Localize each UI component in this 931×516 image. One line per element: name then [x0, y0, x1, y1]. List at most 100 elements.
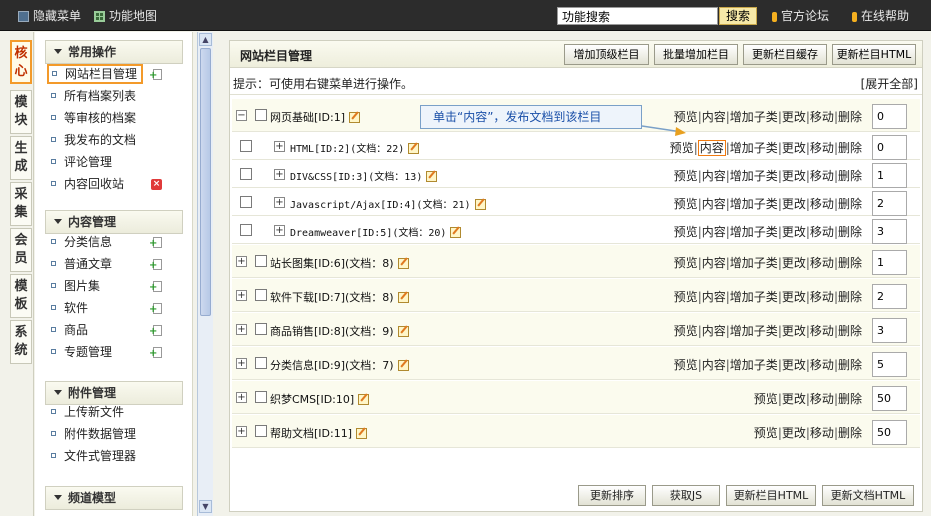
sidebar-item[interactable]: 图片集: [51, 276, 100, 296]
expand-icon[interactable]: +: [236, 290, 247, 301]
edit-icon[interactable]: [450, 226, 462, 238]
edit-icon[interactable]: [397, 257, 410, 269]
sidebar-section-header[interactable]: 内容管理: [45, 210, 183, 234]
edit-icon[interactable]: [397, 291, 410, 303]
function-map-link[interactable]: 功能地图: [94, 8, 157, 24]
category-name[interactable]: 商品销售[ID:8](文档：9): [270, 323, 410, 339]
edit-icon[interactable]: [356, 427, 368, 439]
scroll-up-arrow[interactable]: ▲: [199, 33, 212, 46]
row-action-link[interactable]: 增加子类: [730, 169, 778, 183]
sidebar-item[interactable]: 网站栏目管理: [47, 64, 144, 84]
sidebar-section-header[interactable]: 频道模型: [45, 486, 183, 510]
category-name[interactable]: 织梦CMS[ID:10]: [270, 391, 370, 407]
row-action-link[interactable]: 预览: [670, 141, 694, 155]
row-action-link[interactable]: 预览: [674, 256, 698, 270]
sidebar-item[interactable]: 专题管理: [51, 342, 112, 362]
row-action-link[interactable]: 预览: [754, 426, 778, 440]
row-action-link[interactable]: 移动: [810, 225, 834, 239]
sort-order-input[interactable]: [872, 420, 907, 445]
module-tab-5[interactable]: 模 板: [10, 274, 32, 318]
update-order-button[interactable]: 更新排序: [578, 485, 646, 506]
sidebar-item[interactable]: 内容回收站: [51, 174, 124, 194]
category-name[interactable]: HTML[ID:2](文档：22): [290, 140, 420, 155]
row-action-link[interactable]: 内容: [702, 110, 726, 124]
category-name[interactable]: Javascript/Ajax[ID:4](文档：21): [290, 196, 487, 211]
row-action-link[interactable]: 预览: [754, 392, 778, 406]
row-action-link[interactable]: 删除: [838, 225, 862, 239]
hide-menu-link[interactable]: 隐藏菜单: [18, 8, 81, 24]
row-action-link[interactable]: 删除: [838, 169, 862, 183]
row-action-link[interactable]: 内容: [702, 197, 726, 211]
row-action-link[interactable]: 增加子类: [730, 225, 778, 239]
add-document-icon[interactable]: [149, 259, 162, 270]
update-document-html-button[interactable]: 更新文档HTML: [822, 485, 914, 506]
row-action-link[interactable]: 删除: [838, 110, 862, 124]
get-js-button[interactable]: 获取JS: [652, 485, 720, 506]
sidebar-item[interactable]: 评论管理: [51, 152, 112, 172]
row-action-link[interactable]: 内容: [702, 225, 726, 239]
row-action-link[interactable]: 更改: [782, 110, 806, 124]
row-action-link[interactable]: 更改: [782, 358, 806, 372]
sidebar-item[interactable]: 附件数据管理: [51, 424, 136, 444]
sort-order-input[interactable]: [872, 135, 907, 160]
online-help-link[interactable]: 在线帮助: [852, 8, 909, 24]
category-checkbox[interactable]: [240, 140, 252, 152]
row-action-link[interactable]: 删除: [838, 290, 862, 304]
category-checkbox[interactable]: [255, 391, 267, 403]
sidebar-section-header[interactable]: 常用操作: [45, 40, 183, 64]
row-action-link[interactable]: 移动: [810, 256, 834, 270]
row-action-link[interactable]: 更改: [782, 392, 806, 406]
expand-icon[interactable]: +: [274, 169, 285, 180]
row-action-link[interactable]: 预览: [674, 225, 698, 239]
sidebar-item[interactable]: 等审核的档案: [51, 108, 136, 128]
row-action-link[interactable]: 删除: [838, 426, 862, 440]
row-action-link[interactable]: 内容: [702, 169, 726, 183]
edit-icon[interactable]: [397, 325, 410, 337]
update-category-cache-button[interactable]: 更新栏目缓存: [743, 44, 827, 65]
category-checkbox[interactable]: [240, 168, 252, 180]
row-action-link[interactable]: 移动: [810, 290, 834, 304]
category-checkbox[interactable]: [240, 224, 252, 236]
category-checkbox[interactable]: [255, 109, 267, 121]
expand-icon[interactable]: +: [236, 392, 247, 403]
category-name[interactable]: 分类信息[ID:9](文档：7): [270, 357, 410, 373]
sidebar-item[interactable]: 普通文章: [51, 254, 112, 274]
row-action-link[interactable]: 删除: [838, 358, 862, 372]
module-tab-0[interactable]: 核 心: [10, 40, 32, 84]
category-checkbox[interactable]: [240, 196, 252, 208]
search-button[interactable]: 搜索: [719, 7, 757, 25]
row-action-link[interactable]: 增加子类: [730, 110, 778, 124]
category-name[interactable]: DIV&CSS[ID:3](文档：13): [290, 168, 438, 183]
edit-icon[interactable]: [408, 142, 420, 154]
sort-order-input[interactable]: [872, 352, 907, 377]
sort-order-input[interactable]: [872, 219, 907, 244]
module-tab-4[interactable]: 会 员: [10, 228, 32, 272]
expand-icon[interactable]: +: [236, 426, 247, 437]
expand-icon[interactable]: +: [236, 256, 247, 267]
module-tab-6[interactable]: 系 统: [10, 320, 32, 364]
add-document-icon[interactable]: [149, 347, 162, 358]
scroll-thumb[interactable]: [200, 48, 211, 316]
sort-order-input[interactable]: [872, 104, 907, 129]
row-action-link[interactable]: 增加子类: [730, 256, 778, 270]
row-action-link[interactable]: 预览: [674, 358, 698, 372]
row-action-link[interactable]: 预览: [674, 169, 698, 183]
row-action-link[interactable]: 删除: [838, 141, 862, 155]
batch-add-category-button[interactable]: 批量增加栏目: [654, 44, 738, 65]
row-action-link[interactable]: 预览: [674, 324, 698, 338]
category-name[interactable]: Dreamweaver[ID:5](文档：20): [290, 224, 462, 239]
row-action-link[interactable]: 删除: [838, 392, 862, 406]
row-action-link[interactable]: 更改: [782, 169, 806, 183]
sort-order-input[interactable]: [872, 318, 907, 343]
row-action-link[interactable]: 移动: [810, 141, 834, 155]
sidebar-item[interactable]: 文件式管理器: [51, 446, 136, 466]
scroll-down-arrow[interactable]: ▼: [199, 500, 212, 513]
row-action-link[interactable]: 移动: [810, 197, 834, 211]
row-action-link[interactable]: 移动: [810, 392, 834, 406]
edit-icon[interactable]: [349, 111, 361, 123]
row-action-link[interactable]: 更改: [782, 141, 806, 155]
module-tab-2[interactable]: 生 成: [10, 136, 32, 180]
sidebar-item[interactable]: 上传新文件: [51, 402, 124, 422]
sidebar-scrollbar[interactable]: ▲ ▼: [197, 32, 213, 516]
category-name[interactable]: 站长图集[ID:6](文档：8): [270, 255, 410, 271]
